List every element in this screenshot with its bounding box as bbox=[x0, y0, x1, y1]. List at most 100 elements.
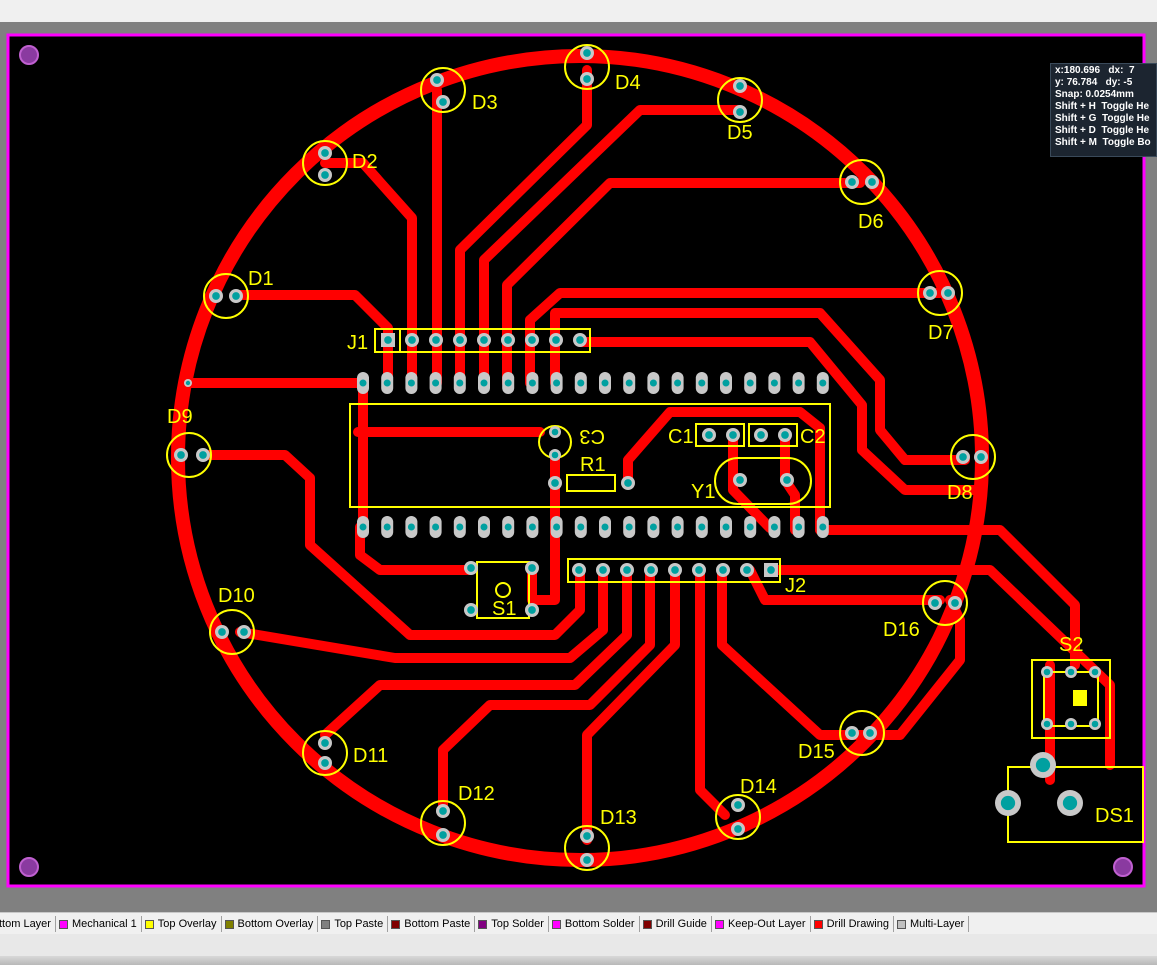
layer-tab-mechanical-1[interactable]: Mechanical 1 bbox=[56, 916, 142, 932]
label-d11: D11 bbox=[353, 745, 388, 767]
ic-top-pin bbox=[357, 372, 369, 394]
layer-tab-top-overlay[interactable]: Top Overlay bbox=[142, 916, 222, 932]
j2-pin bbox=[764, 563, 778, 577]
s2-pad bbox=[1065, 666, 1077, 678]
shortcut-action: Toggle He bbox=[1101, 113, 1150, 124]
layer-color-swatch bbox=[391, 919, 401, 929]
layer-tab-top-solder[interactable]: Top Solder bbox=[475, 916, 549, 932]
ic-top-pin bbox=[453, 372, 466, 394]
layer-tab-label: ttom Layer bbox=[0, 918, 51, 930]
ic-bottom-pin bbox=[695, 516, 708, 538]
s1-pad bbox=[464, 561, 478, 575]
ic-bottom-pin bbox=[744, 516, 757, 538]
c1-pad bbox=[726, 428, 740, 442]
j2-pin bbox=[620, 563, 634, 577]
snap-readout: Snap: 0.0254mm bbox=[1055, 89, 1134, 100]
j1-pin bbox=[501, 333, 515, 347]
shortcut-action: Toggle He bbox=[1101, 101, 1149, 112]
layer-tab-keep-out-layer[interactable]: Keep-Out Layer bbox=[712, 916, 811, 932]
ic-top-pin bbox=[695, 372, 708, 394]
c3-pad bbox=[549, 426, 561, 438]
ic-top-pin bbox=[768, 372, 781, 394]
led-pad bbox=[215, 625, 229, 639]
led-pad bbox=[318, 168, 332, 182]
ic-bottom-pin bbox=[550, 516, 563, 538]
label-y1: Y1 bbox=[691, 481, 715, 503]
shortcut-action: Toggle Bo bbox=[1102, 137, 1151, 148]
led-pad bbox=[318, 756, 332, 770]
c2-pad bbox=[754, 428, 768, 442]
j2-pin bbox=[692, 563, 706, 577]
layer-tab-bottom-layer[interactable]: ttom Layer bbox=[0, 916, 56, 932]
layer-tab-label: Drill Drawing bbox=[826, 918, 889, 930]
label-d16: D16 bbox=[883, 619, 920, 641]
dy-label: dy: bbox=[1105, 77, 1121, 88]
ic-bottom-pin bbox=[647, 516, 660, 538]
led-pad bbox=[580, 829, 594, 843]
layer-color-swatch bbox=[642, 919, 652, 929]
shortcut-row: Shift + M Toggle Bo bbox=[1055, 137, 1156, 149]
shortcut-row: Shift + H Toggle He bbox=[1055, 101, 1156, 113]
led-pad bbox=[436, 804, 450, 818]
label-d2: D2 bbox=[352, 151, 378, 173]
led-pad bbox=[580, 72, 594, 86]
j1-pin bbox=[405, 333, 419, 347]
led-pad bbox=[845, 726, 859, 740]
j2-pin bbox=[716, 563, 730, 577]
ic-top-pin bbox=[405, 372, 418, 394]
s2-pad bbox=[1041, 718, 1053, 730]
ic-top-pin bbox=[550, 372, 563, 394]
layer-tab-label: Top Solder bbox=[491, 918, 544, 930]
label-s1: S1 bbox=[492, 598, 516, 620]
j1-pin bbox=[525, 333, 539, 347]
layer-tab-bottom-overlay[interactable]: Bottom Overlay bbox=[222, 916, 319, 932]
pcb-canvas-area[interactable]: D1 D2 D3 D4 D5 D6 D7 D8 D9 D10 D11 D12 D… bbox=[0, 22, 1157, 912]
layer-tab-drill-drawing[interactable]: Drill Drawing bbox=[811, 916, 894, 932]
label-d3: D3 bbox=[472, 92, 498, 114]
r1-pad bbox=[621, 476, 635, 490]
layer-tab-drill-guide[interactable]: Drill Guide bbox=[640, 916, 712, 932]
layer-tab-label: Drill Guide bbox=[655, 918, 707, 930]
layer-color-swatch bbox=[714, 919, 724, 929]
dx-label: dx: bbox=[1108, 65, 1124, 76]
label-d15: D15 bbox=[798, 741, 835, 763]
led-pad bbox=[733, 105, 747, 119]
shortcut-key: Shift + H bbox=[1055, 101, 1096, 112]
layer-tab-bottom-solder[interactable]: Bottom Solder bbox=[549, 916, 640, 932]
ic-bottom-pin bbox=[429, 516, 442, 538]
dy-value: -5 bbox=[1123, 77, 1133, 88]
status-bar bbox=[0, 934, 1157, 965]
ic-bottom-pin bbox=[599, 516, 611, 538]
j2-pin bbox=[596, 563, 610, 577]
led-pad bbox=[928, 596, 942, 610]
ic-top-pin bbox=[599, 372, 611, 394]
pcb-canvas[interactable]: D1 D2 D3 D4 D5 D6 D7 D8 D9 D10 D11 D12 D… bbox=[0, 22, 1157, 912]
j1-pin bbox=[381, 333, 395, 347]
j2-pin bbox=[668, 563, 682, 577]
s1-pad bbox=[464, 603, 478, 617]
j1-pin bbox=[573, 333, 587, 347]
led-pad bbox=[436, 95, 450, 109]
ds1-pad bbox=[995, 790, 1021, 816]
coordinate-readout: x:180.696 dx: 7 y: 76.784 dy: -5 Snap: 0… bbox=[1050, 63, 1157, 157]
layer-tab-bottom-paste[interactable]: Bottom Paste bbox=[388, 916, 476, 932]
led-pad bbox=[318, 146, 332, 160]
x-value: 180.696 bbox=[1063, 65, 1101, 76]
shortcut-key: Shift + D bbox=[1055, 125, 1096, 136]
label-ds1: DS1 bbox=[1095, 805, 1134, 827]
led-pad bbox=[196, 448, 210, 462]
layer-color-swatch bbox=[478, 919, 488, 929]
ic-bottom-pin bbox=[405, 516, 418, 538]
x-label: x: bbox=[1055, 65, 1064, 76]
ic-bottom-pin bbox=[453, 516, 466, 538]
layer-tab-multi-layer[interactable]: Multi-Layer bbox=[894, 916, 970, 932]
ic-top-pin bbox=[792, 372, 805, 394]
led-pad bbox=[174, 448, 188, 462]
ic-bottom-pin bbox=[478, 516, 490, 538]
ic-top-pin bbox=[623, 372, 636, 394]
led-pad bbox=[941, 286, 955, 300]
ic-top-pin bbox=[744, 372, 757, 394]
j2-pin bbox=[740, 563, 754, 577]
layer-tab-top-paste[interactable]: Top Paste bbox=[318, 916, 389, 932]
s1-pad bbox=[525, 561, 539, 575]
